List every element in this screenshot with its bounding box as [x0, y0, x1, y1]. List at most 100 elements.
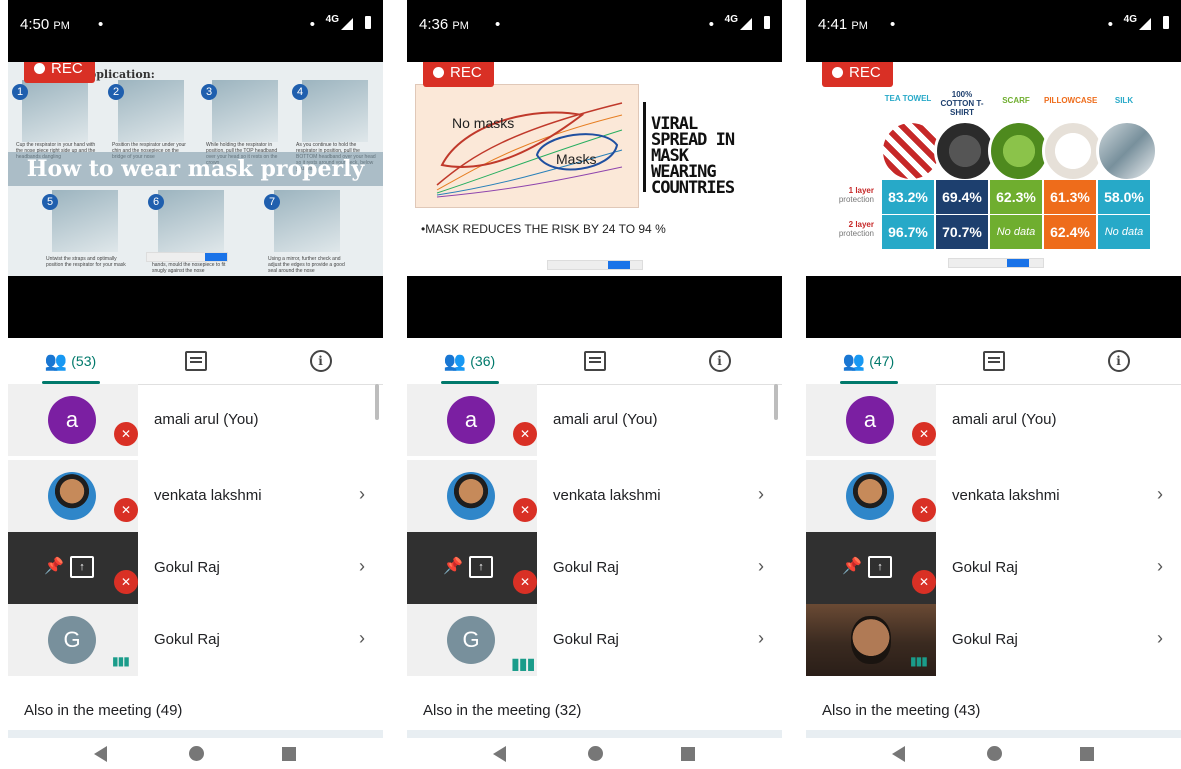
home-icon[interactable]	[189, 746, 204, 761]
participant-row[interactable]: ✕ venkata lakshmi ›	[407, 460, 782, 532]
chevron-right-icon[interactable]: ›	[758, 628, 764, 649]
slide-share-bar	[948, 258, 1044, 268]
tab-people[interactable]: 👥 (36)	[407, 338, 532, 384]
back-icon[interactable]	[493, 746, 506, 762]
camera-face	[851, 616, 891, 664]
participant-tile: a ✕	[407, 384, 537, 456]
chevron-right-icon[interactable]: ›	[1157, 556, 1163, 577]
phone-screen-3: 4:41 PM • • 4G REC 1 layer protection 2 l…	[806, 0, 1181, 769]
fabric-column-tea-towel: TEA TOWEL 83.2% 96.7%	[880, 62, 942, 249]
chevron-right-icon[interactable]: ›	[359, 628, 365, 649]
participant-row[interactable]: 📌 ↑ ✕ Gokul Raj ›	[806, 532, 1181, 604]
people-count: (53)	[71, 353, 97, 369]
people-icon: 👥	[842, 350, 866, 371]
list-continuation	[806, 730, 1181, 738]
spread-lines	[436, 102, 623, 198]
fabric-image	[880, 120, 942, 182]
back-icon[interactable]	[892, 746, 905, 762]
also-in-meeting-header: Also in the meeting (43)	[822, 702, 981, 719]
people-icon: 👥	[44, 350, 68, 371]
participant-list[interactable]: a ✕ amali arul (You) ✕ venkata lakshmi ›…	[8, 384, 383, 680]
recents-icon[interactable]	[1080, 747, 1094, 761]
step-number: 7	[264, 194, 280, 210]
chevron-right-icon[interactable]: ›	[1157, 484, 1163, 505]
participant-row[interactable]: a ✕ amali arul (You)	[8, 384, 383, 456]
share-bar-button	[205, 253, 227, 261]
mic-off-icon: ✕	[513, 422, 537, 446]
battery-icon	[1163, 16, 1169, 29]
avatar: a	[846, 396, 894, 444]
participant-row[interactable]: 📌 ↑ ✕ Gokul Raj ›	[407, 532, 782, 604]
android-nav-bar	[806, 738, 1181, 769]
notification-dot: •	[98, 16, 104, 33]
step-number: 5	[42, 194, 58, 210]
presentation-video[interactable]: REC Application: 1 2 3 4 Cup the respira…	[8, 62, 383, 338]
meeting-tabs: 👥 (47) i	[806, 338, 1181, 385]
step-image-3	[212, 80, 278, 142]
participant-name: amali arul (You)	[952, 411, 1057, 428]
fabric-image	[1042, 120, 1104, 182]
participant-row[interactable]: G ▮▮▮ Gokul Raj ›	[407, 604, 782, 676]
network-type: 4G	[325, 14, 339, 25]
chevron-right-icon[interactable]: ›	[1157, 628, 1163, 649]
tab-people[interactable]: 👥 (47)	[806, 338, 931, 384]
participant-list[interactable]: a ✕ amali arul (You) ✕ venkata lakshmi ›…	[407, 384, 782, 680]
notification-dot: •	[495, 16, 501, 33]
participant-row[interactable]: a ✕ amali arul (You)	[806, 384, 1181, 456]
back-icon[interactable]	[94, 746, 107, 762]
participant-row[interactable]: a ✕ amali arul (You)	[407, 384, 782, 456]
participant-row[interactable]: ✕ venkata lakshmi ›	[806, 460, 1181, 532]
phone-screen-1: 4:50 PM • • 4G REC Application: 1 2 3 4 …	[8, 0, 383, 769]
people-count: (36)	[470, 353, 496, 369]
participant-name: Gokul Raj	[154, 559, 220, 576]
record-dot-icon	[34, 63, 45, 74]
tab-people[interactable]: 👥 (53)	[8, 338, 133, 384]
network-type: 4G	[724, 14, 738, 25]
tab-info[interactable]: i	[657, 338, 782, 384]
signal-icon	[740, 18, 752, 30]
network-type: 4G	[1123, 14, 1137, 25]
fabric-name: SILK	[1114, 96, 1134, 105]
presentation-video[interactable]: REC No masks Masks VIRAL SPREAD IN MASK …	[407, 62, 782, 338]
avatar: a	[447, 396, 495, 444]
notification-dot: •	[890, 16, 896, 33]
layer1-value: 58.0%	[1098, 180, 1150, 214]
slide-overlay-title: How to wear mask properly	[8, 152, 383, 186]
tab-chat[interactable]	[931, 338, 1056, 384]
participant-row[interactable]: ▮▮▮ Gokul Raj ›	[806, 604, 1181, 676]
participant-row[interactable]: 📌 ↑ ✕ Gokul Raj ›	[8, 532, 383, 604]
people-count: (47)	[869, 353, 895, 369]
tab-chat[interactable]	[532, 338, 657, 384]
presenting-icon: ↑	[70, 556, 94, 578]
chevron-right-icon[interactable]: ›	[758, 556, 764, 577]
chevron-right-icon[interactable]: ›	[359, 484, 365, 505]
mic-off-icon: ✕	[513, 498, 537, 522]
mic-off-icon: ✕	[114, 498, 138, 522]
chevron-right-icon[interactable]: ›	[758, 484, 764, 505]
tab-chat[interactable]	[133, 338, 258, 384]
participant-name: amali arul (You)	[154, 411, 259, 428]
participant-row[interactable]: ✕ venkata lakshmi ›	[8, 460, 383, 532]
slide-title: VIRAL SPREAD IN MASK WEARING COUNTRIES	[651, 114, 735, 198]
risk-note: •MASK REDUCES THE RISK BY 24 TO 94 %	[421, 222, 666, 236]
chevron-right-icon[interactable]: ›	[359, 556, 365, 577]
participant-name: Gokul Raj	[952, 631, 1018, 648]
signal-icon	[341, 18, 353, 30]
participant-tile: G ▮▮▮	[407, 604, 537, 676]
participant-name: amali arul (You)	[553, 411, 658, 428]
home-icon[interactable]	[588, 746, 603, 761]
home-icon[interactable]	[987, 746, 1002, 761]
tab-info[interactable]: i	[1056, 338, 1181, 384]
fabric-name: SCARF	[1002, 96, 1030, 105]
recents-icon[interactable]	[681, 747, 695, 761]
status-dot: •	[309, 16, 315, 33]
step-image-7	[274, 190, 340, 252]
recents-icon[interactable]	[282, 747, 296, 761]
tab-info[interactable]: i	[258, 338, 383, 384]
fabric-image	[934, 120, 996, 182]
participant-list[interactable]: a ✕ amali arul (You) ✕ venkata lakshmi ›…	[806, 384, 1181, 680]
fabric-column-cotton-tshirt: 100% COTTON T-SHIRT 69.4% 70.7%	[934, 62, 996, 249]
presentation-video[interactable]: REC 1 layer protection 2 layer protection …	[806, 62, 1181, 338]
fabric-image	[988, 120, 1050, 182]
participant-row[interactable]: G ▮▮▮ Gokul Raj ›	[8, 604, 383, 676]
